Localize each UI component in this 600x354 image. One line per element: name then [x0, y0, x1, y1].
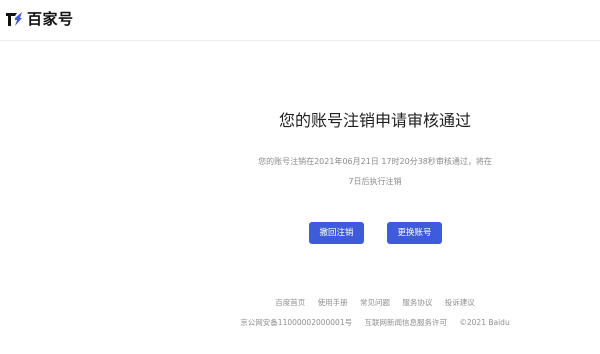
baijiahao-logo-icon [6, 12, 22, 26]
footer-news-license[interactable]: 互联网新闻信息服务许可 [365, 318, 448, 327]
footer-link-baidu-home[interactable]: 百度首页 [275, 298, 305, 307]
footer-copyright: ©2021 Baidu [459, 318, 510, 327]
footer-links: 百度首页 使用手册 常见问题 服务协议 投诉建议 [200, 297, 550, 309]
status-description-line-1: 您的账号注销在2021年06月21日 17时20分38秒审核通过，将在 [258, 157, 492, 166]
footer-link-complaints[interactable]: 投诉建议 [445, 298, 475, 307]
revoke-cancellation-button[interactable]: 撤回注销 [309, 222, 364, 244]
footer-icp-record: 京公网安备11000002000001号 [240, 318, 353, 327]
status-description-line-2: 7日后执行注销 [348, 177, 402, 186]
logo-text: 百家号 [27, 10, 74, 28]
footer-legal: 京公网安备11000002000001号 互联网新闻信息服务许可 ©2021 B… [200, 317, 550, 329]
footer-link-user-manual[interactable]: 使用手册 [318, 298, 348, 307]
top-header: 百家号 [0, 0, 600, 41]
footer-link-service-agreement[interactable]: 服务协议 [402, 298, 432, 307]
baijiahao-logo[interactable]: 百家号 [4, 9, 74, 29]
page-title: 您的账号注销申请审核通过 [278, 111, 471, 130]
change-account-button[interactable]: 更换账号 [387, 222, 442, 244]
footer-link-faq[interactable]: 常见问题 [360, 298, 390, 307]
status-description: 您的账号注销在2021年06月21日 17时20分38秒审核通过，将在 7日后执… [200, 152, 550, 192]
